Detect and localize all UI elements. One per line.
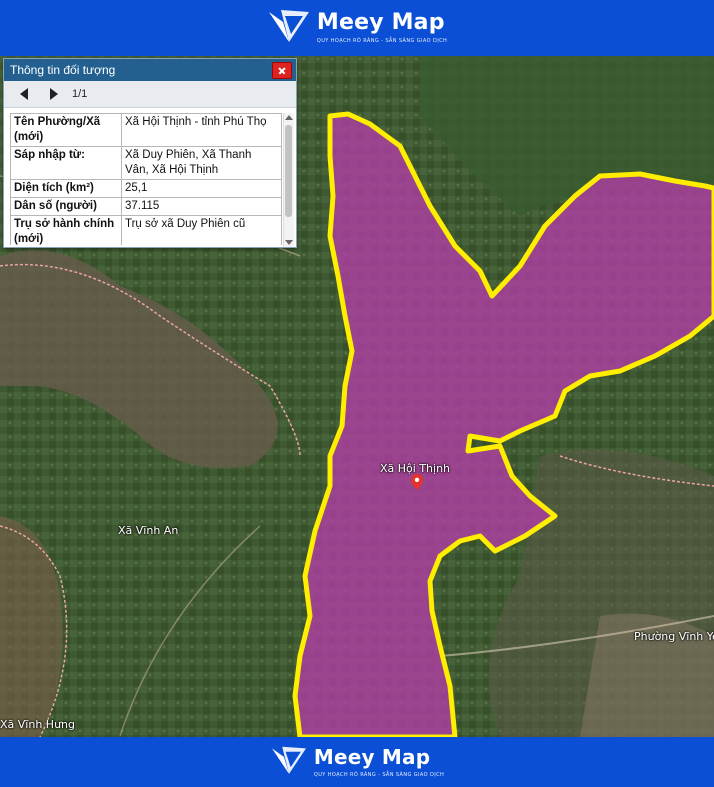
bottom-brand-bar: Meey Map QUY HOẠCH RÕ RÀNG - SẴN SÀNG GI… [0, 737, 714, 787]
label-xa-vinh-an: Xã Vĩnh An [118, 524, 179, 537]
brand-name-bottom: Meey Map [313, 745, 431, 769]
close-button[interactable] [272, 61, 292, 79]
table-row: Dân số (người) 37.115 [10, 197, 282, 216]
info-table-container[interactable]: Tên Phường/Xã (mới) Xã Hội Thịnh - tỉnh … [10, 113, 282, 245]
label-xa-vinh-hung: Xã Vĩnh Hưng [0, 718, 75, 731]
brand-tagline: QUY HOẠCH RÕ RÀNG - SẴN SÀNG GIAO DỊCH [316, 38, 448, 44]
location-pin-icon[interactable] [411, 474, 423, 490]
row-value: 37.115 [121, 197, 282, 216]
row-label: Tên Phường/Xã (mới) [10, 113, 122, 147]
row-value: 25,1 [121, 179, 282, 198]
panel-title: Thông tin đối tượng [10, 63, 116, 77]
brand-logo-bottom: Meey Map QUY HOẠCH RÕ RÀNG - SẴN SÀNG GI… [270, 745, 444, 779]
row-value: Xã Hội Thịnh - tỉnh Phú Thọ [121, 113, 282, 147]
scroll-up-icon[interactable] [285, 115, 293, 120]
scroll-down-icon[interactable] [285, 240, 293, 245]
brand-logo: Meey Map QUY HOẠCH RÕ RÀNG - SẴN SÀNG GI… [267, 8, 447, 48]
panel-header[interactable]: Thông tin đối tượng [4, 59, 296, 81]
panel-scrollbar[interactable] [283, 113, 294, 247]
info-table: Tên Phường/Xã (mới) Xã Hội Thịnh - tỉnh … [10, 113, 282, 245]
next-button[interactable] [42, 84, 66, 104]
label-phuong-vinh-yen: Phường Vĩnh Yên [634, 630, 714, 643]
object-info-panel[interactable]: Thông tin đối tượng 1/1 Tên Phường/Xã (m… [3, 58, 297, 248]
brand-name: Meey Map [316, 10, 445, 35]
pager-count: 1/1 [72, 88, 88, 100]
table-row: Diện tích (km²) 25,1 [10, 179, 282, 198]
pager-bar: 1/1 [4, 81, 296, 108]
row-label: Diện tích (km²) [10, 179, 122, 198]
prev-button[interactable] [12, 84, 36, 104]
scroll-thumb[interactable] [285, 125, 292, 217]
meey-map-logo-icon [268, 10, 309, 42]
arrow-right-icon [50, 88, 58, 100]
row-value: Xã Duy Phiên, Xã Thanh Vân, Xã Hội Thịnh [121, 146, 282, 180]
top-brand-bar: Meey Map QUY HOẠCH RÕ RÀNG - SẴN SÀNG GI… [0, 0, 714, 56]
row-value: Trụ sở xã Duy Phiên cũ [121, 215, 282, 245]
row-label: Trụ sở hành chính (mới) [10, 215, 122, 245]
brand-tagline-bottom: QUY HOẠCH RÕ RÀNG - SẴN SÀNG GIAO DỊCH [313, 772, 445, 778]
table-row: Sáp nhập từ: Xã Duy Phiên, Xã Thanh Vân,… [10, 146, 282, 180]
table-row: Tên Phường/Xã (mới) Xã Hội Thịnh - tỉnh … [10, 113, 282, 147]
arrow-left-icon [20, 88, 28, 100]
table-row: Trụ sở hành chính (mới) Trụ sở xã Duy Ph… [10, 215, 282, 245]
row-label: Dân số (người) [10, 197, 122, 216]
row-label: Sáp nhập từ: [10, 146, 122, 180]
meey-map-logo-icon [271, 746, 306, 774]
